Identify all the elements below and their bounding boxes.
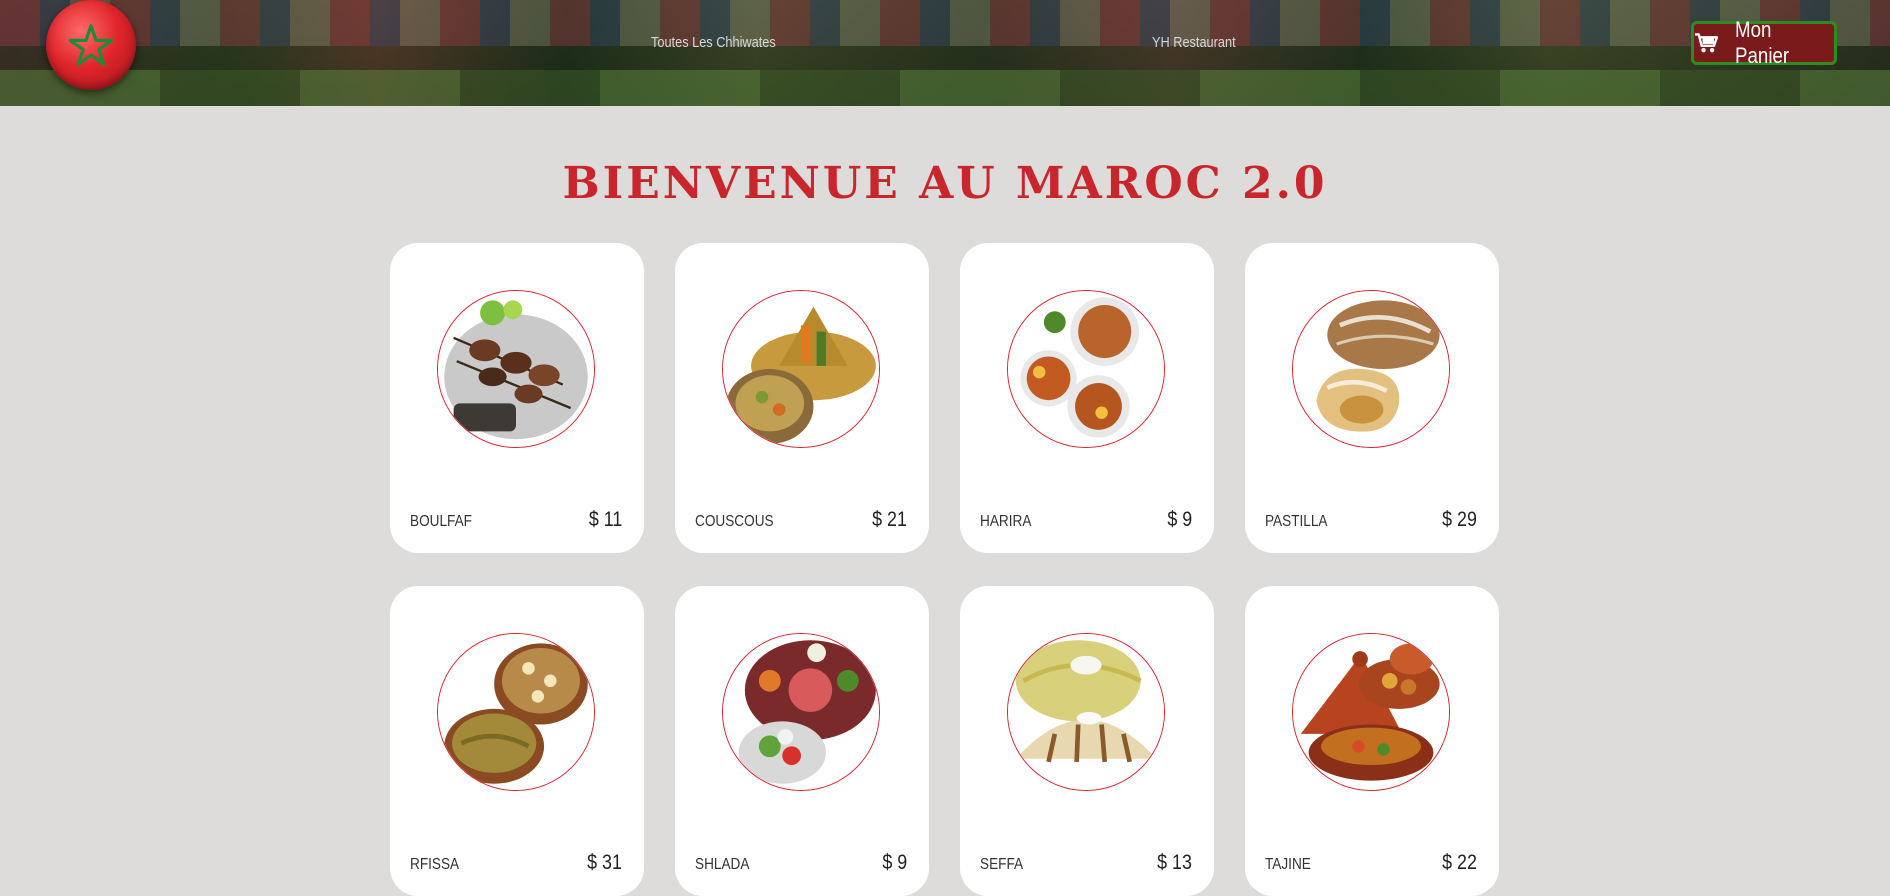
header-banner-decoration: [0, 0, 1890, 46]
salad-icon: [722, 633, 880, 791]
dish-card-couscous[interactable]: COUSCOUS $ 21: [675, 243, 929, 553]
cart-button-label: Mon Panier: [1734, 17, 1789, 68]
dish-name: RFISSA: [410, 856, 460, 873]
pie-icon: [1292, 290, 1450, 448]
dish-price: $ 21: [872, 508, 907, 531]
dish-card-rfissa[interactable]: RFISSA $ 31: [390, 586, 644, 896]
dish-card-pastilla[interactable]: PASTILLA $ 29: [1245, 243, 1499, 553]
dish-name: SEFFA: [980, 856, 1024, 873]
dish-price: $ 11: [588, 508, 622, 531]
dish-price: $ 31: [587, 851, 622, 874]
dish-name: HARIRA: [980, 513, 1032, 530]
dish-card-boulfaf[interactable]: BOULFAF $ 11: [390, 243, 644, 553]
dish-name: COUSCOUS: [695, 513, 774, 530]
soup-icon: [1007, 290, 1165, 448]
dish-price: $ 29: [1442, 508, 1477, 531]
dish-name: TAJINE: [1265, 856, 1311, 873]
dish-price: $ 13: [1157, 851, 1192, 874]
dish-card-seffa[interactable]: SEFFA $ 13: [960, 586, 1214, 896]
nav-link-toutes-les-chhiwates[interactable]: Toutes Les Chhiwates: [651, 34, 776, 51]
morocco-flag-icon[interactable]: [46, 0, 136, 90]
dish-price: $ 9: [1167, 508, 1192, 531]
rfissa-icon: [437, 633, 595, 791]
dish-card-tajine[interactable]: TAJINE $ 22: [1245, 586, 1499, 896]
dish-card-shlada[interactable]: SHLADA $ 9: [675, 586, 929, 896]
cart-icon: [1694, 33, 1719, 53]
nav-link-yh-restaurant[interactable]: YH Restaurant: [1152, 34, 1236, 51]
dish-name: PASTILLA: [1265, 513, 1328, 530]
header-lawn-decoration: [0, 70, 1890, 106]
cart-button[interactable]: Mon Panier: [1691, 17, 1837, 68]
site-header: Toutes Les Chhiwates YH Restaurant Mon P…: [0, 0, 1890, 106]
dish-name: BOULFAF: [410, 513, 472, 530]
dish-price: $ 9: [882, 851, 907, 874]
dish-name: SHLADA: [695, 856, 750, 873]
dish-card-harira[interactable]: HARIRA $ 9: [960, 243, 1214, 553]
tajine-icon: [1292, 633, 1450, 791]
seffa-icon: [1007, 633, 1165, 791]
dish-price: $ 22: [1442, 851, 1477, 874]
page-title: BIENVENUE AU MAROC 2.0: [562, 158, 1328, 209]
skewers-icon: [437, 290, 595, 448]
couscous-icon: [722, 290, 880, 448]
